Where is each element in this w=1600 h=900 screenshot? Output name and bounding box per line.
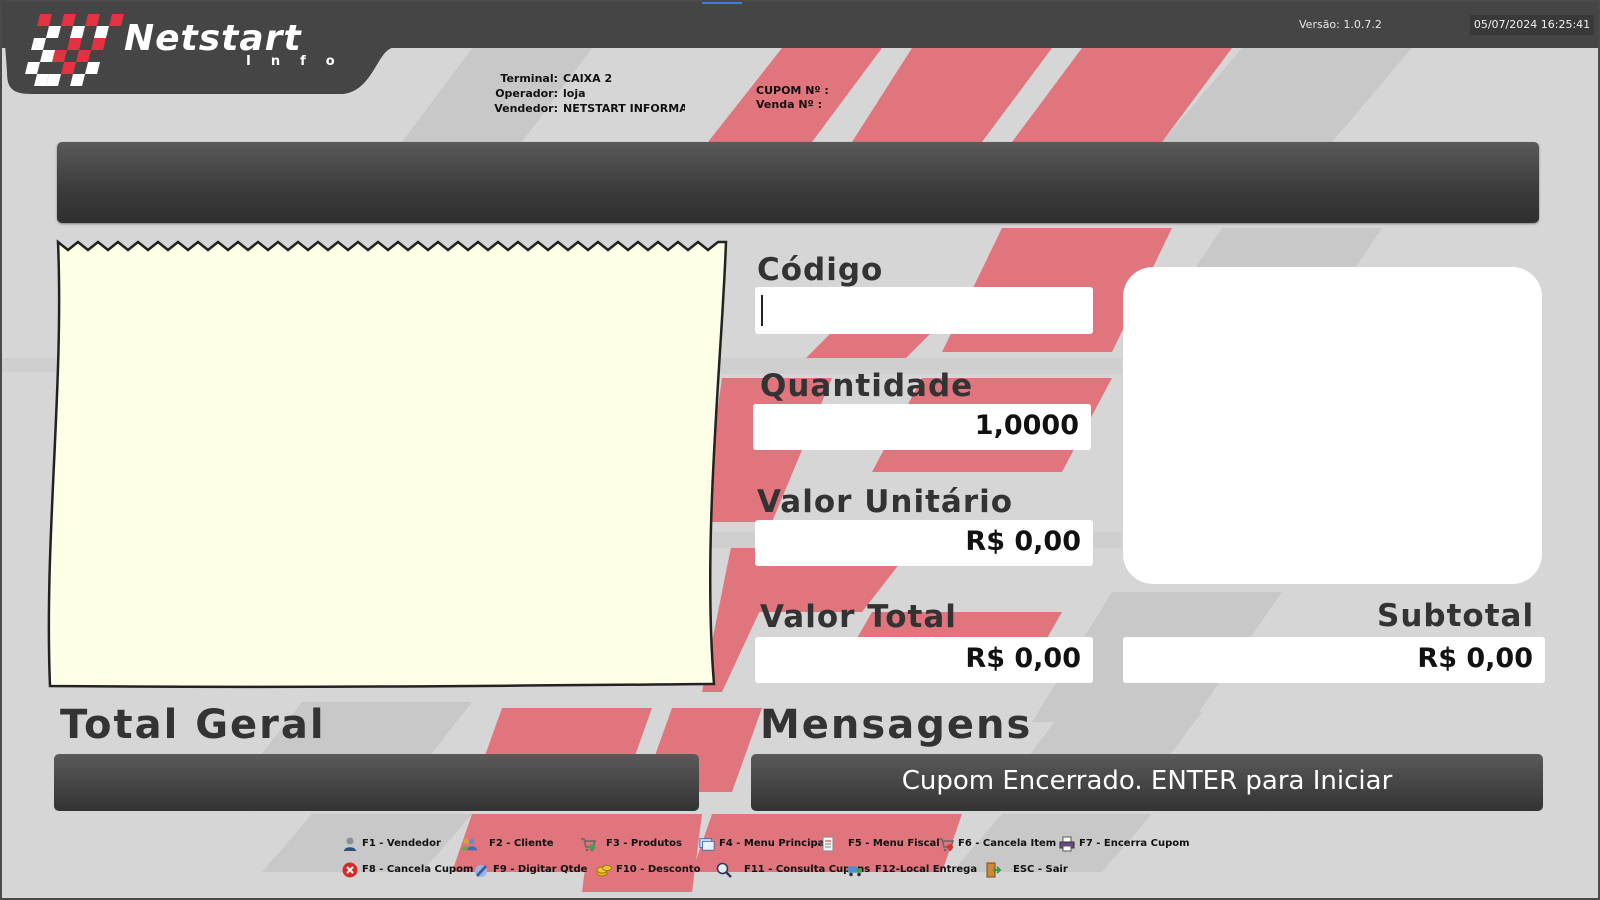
version-label: Versão: 1.0.7.2 [1299, 18, 1382, 31]
shortcut-label: F8 - Cancela Cupom [362, 864, 474, 875]
quantidade-label: Quantidade [760, 368, 974, 404]
shortcut-label: ESC - Sair [1013, 864, 1068, 875]
shortcut-label: F4 - Menu Principal [719, 838, 828, 849]
quantidade-field[interactable]: 1,0000 [753, 404, 1091, 450]
total-geral-display [54, 754, 699, 811]
pdv-window: Netstart Info Versão: 1.0.7.2 05/07/2024… [0, 0, 1600, 900]
shortcut-label: F12-Local Entrega [875, 864, 978, 875]
vendedor-label: Vendedor: [494, 102, 558, 115]
coins-icon [596, 862, 612, 878]
receipt-icon [820, 836, 836, 852]
terminal-label: Terminal: [500, 72, 558, 85]
printer-icon [1059, 836, 1075, 852]
shortcut-f10-desconto[interactable]: F10 - Desconto [596, 859, 700, 881]
shortcut-f9-digitar-qtde[interactable]: F9 - Digitar Qtde [473, 859, 587, 881]
subtotal-field[interactable]: R$ 0,00 [1123, 637, 1545, 683]
shortcut-f8-cancela-cupom[interactable]: F8 - Cancela Cupom [342, 859, 473, 881]
shortcut-f4-menu-principal[interactable]: F4 - Menu Principal [699, 833, 828, 855]
edit-icon [473, 862, 489, 878]
cancel-icon [342, 862, 358, 878]
codigo-label: Código [757, 252, 884, 288]
terminal-row: Terminal: CAIXA 2 [492, 72, 612, 85]
shortcut-label: F7 - Encerra Cupom [1079, 838, 1190, 849]
cart-add-icon [580, 836, 596, 852]
shortcut-f5-menu-fiscal[interactable]: F5 - Menu Fiscal [820, 833, 940, 855]
shortcut-esc-sair[interactable]: ESC - Sair [985, 859, 1068, 881]
shortcut-f7-encerra-cupom[interactable]: F7 - Encerra Cupom [1059, 833, 1190, 855]
valor-total-label: Valor Total [760, 599, 957, 635]
shortcut-f3-produtos[interactable]: F3 - Produtos [580, 833, 682, 855]
cart-remove-icon [938, 836, 954, 852]
shortcut-f6-cancela-item[interactable]: F6 - Cancela Item [938, 833, 1056, 855]
selection-indicator [702, 2, 742, 4]
shortcut-label: F5 - Menu Fiscal [848, 838, 940, 849]
codigo-input[interactable] [755, 287, 1093, 334]
shortcut-label: F2 - Cliente [489, 838, 554, 849]
logo-subtitle: Info [246, 54, 355, 69]
logo-name: Netstart [124, 18, 302, 59]
operador-label: Operador: [495, 87, 558, 100]
shortcut-label: F6 - Cancela Item [958, 838, 1057, 849]
exit-icon [985, 862, 1001, 878]
windows-icon [699, 836, 715, 852]
user-icon [342, 836, 358, 852]
subtotal-label: Subtotal [1377, 598, 1535, 634]
cupom-info: CUPOM Nº : Venda Nº : [756, 84, 829, 112]
search-icon [716, 862, 732, 878]
shortcut-label: F9 - Digitar Qtde [493, 864, 588, 875]
vendedor-row: Vendedor: NETSTART INFORMATIC [492, 102, 685, 115]
truck-icon [847, 862, 863, 878]
messages-display: Cupom Encerrado. ENTER para Iniciar [751, 754, 1543, 811]
terminal-value: CAIXA 2 [563, 72, 613, 85]
product-description-bar [57, 142, 1539, 223]
shortcut-f12-local-entrega[interactable]: F12-Local Entrega [847, 859, 977, 881]
operador-row: Operador: loja [492, 87, 586, 100]
venda-number-label: Venda Nº : [756, 98, 822, 111]
total-geral-label: Total Geral [60, 702, 326, 748]
shortcut-label: F10 - Desconto [616, 864, 701, 875]
shortcut-f1-vendedor[interactable]: F1 - Vendedor [342, 833, 441, 855]
mensagens-label: Mensagens [760, 702, 1033, 748]
valor-total-field[interactable]: R$ 0,00 [755, 637, 1093, 683]
datetime-display: 05/07/2024 16:25:41 [1470, 15, 1594, 35]
valor-unitario-field[interactable]: R$ 0,00 [755, 520, 1093, 566]
receipt-paper [47, 239, 728, 689]
receipt-panel [47, 239, 728, 689]
vendedor-value: NETSTART INFORMATIC [563, 102, 685, 115]
shortcut-f2-cliente[interactable]: F2 - Cliente [461, 833, 554, 855]
shortcut-label: F1 - Vendedor [362, 838, 441, 849]
product-image-panel [1123, 267, 1542, 584]
users-icon [461, 836, 477, 852]
text-cursor [761, 295, 763, 326]
cupom-number-label: CUPOM Nº : [756, 84, 829, 97]
shortcut-label: F3 - Produtos [606, 838, 682, 849]
valor-unitario-label: Valor Unitário [757, 484, 1014, 520]
operador-value: loja [563, 87, 586, 100]
